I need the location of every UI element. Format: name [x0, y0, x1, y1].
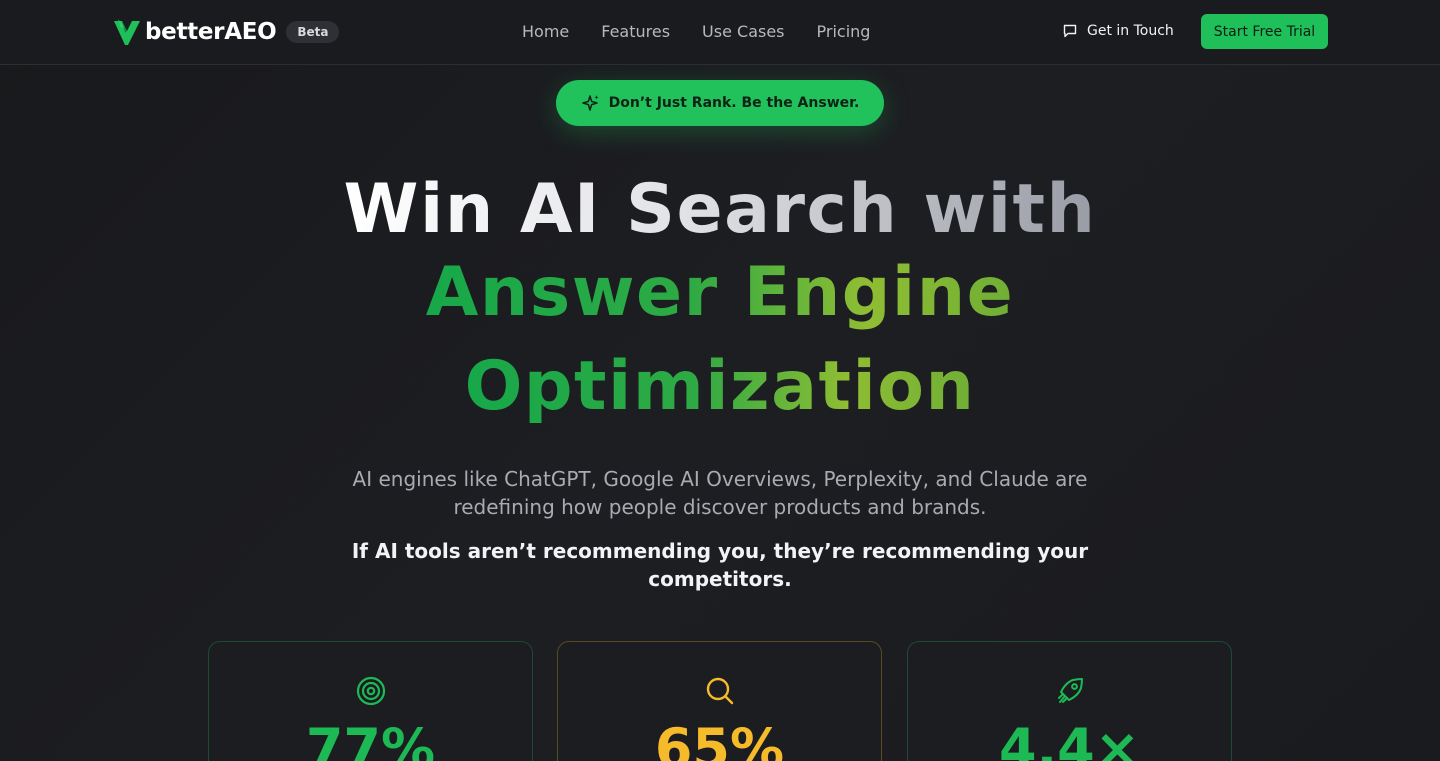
sparkles-icon: [581, 95, 599, 111]
start-free-trial-button[interactable]: Start Free Trial: [1201, 14, 1328, 49]
rocket-icon: [1057, 678, 1083, 703]
stat-card-1: 77%: [208, 641, 533, 761]
get-in-touch-label: Get in Touch: [1087, 23, 1174, 39]
get-in-touch-link[interactable]: Get in Touch: [1062, 23, 1174, 39]
chat-bubble-icon: [1063, 24, 1077, 38]
nav-features[interactable]: Features: [601, 22, 670, 41]
tagline-pill[interactable]: Don’t Just Rank. Be the Answer.: [556, 80, 884, 126]
stat-value-2: 65%: [654, 717, 785, 761]
top-navbar: betterAEO Beta Home Features Use Cases P…: [0, 0, 1440, 65]
search-icon: [706, 677, 733, 705]
logo-text: betterAEO: [145, 19, 277, 45]
headline-line-1: Win AI Search with: [343, 170, 1097, 249]
headline-line-3-wrap: Optimization: [0, 347, 1440, 426]
stat-value-1: 77%: [305, 717, 436, 761]
target-icon: [356, 676, 385, 706]
tagline-text: Don’t Just Rank. Be the Answer.: [608, 95, 860, 111]
hero-subtitle-strong: If AI tools aren’t recommending you, the…: [351, 539, 1089, 591]
nav-home[interactable]: Home: [522, 22, 569, 41]
logo-mark-icon: [114, 19, 140, 45]
hero-subtitle: AI engines like ChatGPT, Google AI Overv…: [352, 467, 1088, 519]
stat-card-3: 4.4×: [907, 641, 1232, 761]
main-nav: Home Features Use Cases Pricing: [522, 22, 870, 41]
headline-line-1-wrap: Win AI Search with: [0, 170, 1440, 249]
stat-card-2: 65%: [557, 641, 882, 761]
stat-value-3: 4.4×: [999, 717, 1140, 761]
nav-pricing[interactable]: Pricing: [817, 22, 871, 41]
brand-logo[interactable]: betterAEO Beta: [112, 16, 340, 48]
headline-line-2: Answer Engine: [425, 253, 1015, 332]
headline-line-2-wrap: Answer Engine: [0, 253, 1440, 332]
headline-line-3: Optimization: [464, 347, 976, 426]
nav-use-cases[interactable]: Use Cases: [702, 22, 784, 41]
beta-badge: Beta: [286, 21, 340, 43]
